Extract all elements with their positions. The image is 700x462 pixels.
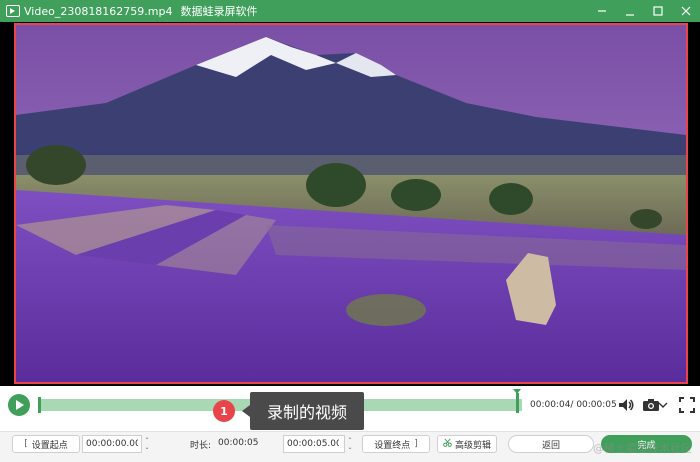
back-button[interactable]: 返回 xyxy=(508,435,594,453)
end-time-field[interactable] xyxy=(283,435,345,453)
duration-value: 00:00:05 xyxy=(218,438,259,448)
minimize-icon[interactable] xyxy=(588,0,616,22)
back-label: 返回 xyxy=(541,440,560,451)
window-title-file: Video_230818162759.mp4 xyxy=(24,4,173,18)
start-time-stepper[interactable]: ⌃ ⌄ xyxy=(143,435,151,453)
set-end-button[interactable]: 设置终点 ] xyxy=(362,435,430,453)
annotation-tooltip: 录制的视频 xyxy=(242,392,364,430)
trim-start-handle[interactable] xyxy=(38,397,41,413)
play-icon xyxy=(16,400,24,410)
set-start-label: 设置起点 xyxy=(31,440,68,451)
trim-toolbar: [ 设置起点 ⌃⌄ 时长: 00:00:05 ⌃⌄ 设置终点 ] 高级剪辑 返回… xyxy=(0,431,700,462)
advanced-edit-button[interactable]: 高级剪辑 xyxy=(437,435,497,453)
volume-icon[interactable] xyxy=(617,396,635,414)
start-time-field[interactable] xyxy=(82,435,142,453)
video-preview-area xyxy=(0,22,700,386)
title-bar: Video_230818162759.mp4 数据蛙录屏软件 xyxy=(0,0,700,22)
set-start-button[interactable]: [ 设置起点 xyxy=(12,435,80,453)
time-display: 00:00:04/ 00:00:05 xyxy=(530,400,617,410)
end-time-stepper[interactable]: ⌃ ⌄ xyxy=(346,435,354,453)
annotation-badge: 1 xyxy=(213,400,235,422)
bracket-right-icon: ] xyxy=(414,439,418,449)
video-file-icon xyxy=(6,5,20,17)
close-icon[interactable] xyxy=(672,0,700,22)
set-end-label: 设置终点 xyxy=(374,440,411,451)
play-button[interactable] xyxy=(8,394,30,416)
watermark-text: @稀土掘金技术社区 xyxy=(593,442,692,455)
fullscreen-icon[interactable] xyxy=(678,396,696,414)
window-title-app: 数据蛙录屏软件 xyxy=(180,5,258,18)
playhead-handle[interactable] xyxy=(513,389,521,413)
scissors-icon xyxy=(443,438,452,450)
duration-label: 时长: xyxy=(190,441,212,451)
maximize-icon[interactable] xyxy=(644,0,672,22)
restore-icon[interactable] xyxy=(616,0,644,22)
video-thumbnail-image xyxy=(16,25,686,382)
window-controls xyxy=(588,0,700,22)
advanced-edit-label: 高级剪辑 xyxy=(454,440,491,451)
chevron-down-icon[interactable] xyxy=(658,396,668,414)
recorded-video-frame[interactable] xyxy=(14,23,688,384)
start-time-input[interactable] xyxy=(86,439,138,449)
end-time-input[interactable] xyxy=(287,439,339,449)
bracket-left-icon: [ xyxy=(24,439,28,449)
